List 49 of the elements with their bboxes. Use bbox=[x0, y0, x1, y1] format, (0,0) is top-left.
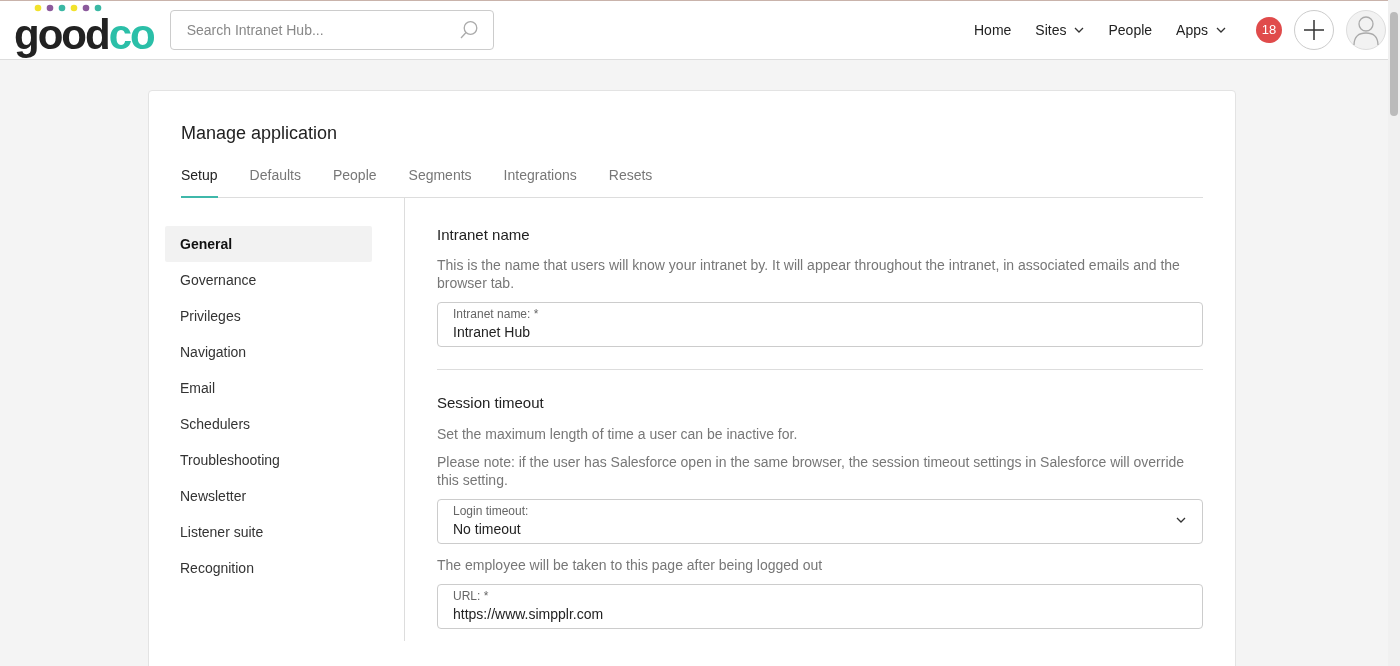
dropdown-field[interactable]: Login timeout: No timeout bbox=[437, 498, 1203, 544]
nav-link[interactable]: People bbox=[1108, 19, 1153, 41]
sidebar-item[interactable]: Privileges bbox=[165, 297, 372, 334]
add-button[interactable] bbox=[1294, 10, 1334, 50]
sidebar-item[interactable]: Listener suite bbox=[165, 513, 372, 550]
search-icon bbox=[458, 20, 479, 40]
tab[interactable]: Resets bbox=[608, 164, 653, 198]
chevron-down-icon bbox=[1216, 27, 1226, 33]
nav-link[interactable]: Home bbox=[974, 19, 1012, 41]
nav-link[interactable]: Sites bbox=[1035, 19, 1085, 41]
logo-text: good bbox=[14, 14, 109, 56]
tab[interactable]: Segments bbox=[408, 164, 472, 198]
tab[interactable]: Defaults bbox=[249, 164, 301, 198]
section-heading: Intranet name bbox=[437, 224, 531, 245]
logo-text-accent: co bbox=[108, 14, 154, 56]
search-field[interactable]: Search Intranet Hub... bbox=[169, 10, 494, 50]
notification-count[interactable]: 18 bbox=[1256, 17, 1282, 43]
tab[interactable]: Setup bbox=[181, 164, 218, 198]
section-heading: Session timeout bbox=[437, 393, 545, 414]
field-label: URL: * bbox=[453, 588, 490, 604]
avatar[interactable] bbox=[1346, 10, 1386, 50]
logo-dots-icon bbox=[34, 4, 104, 12]
description-text: Please note: if the user has Salesforce open in the same browser, the session timeout settings in Salesforce will override this setting. bbox=[437, 452, 1186, 489]
page-title: Manage application bbox=[181, 123, 339, 145]
sidebar-item[interactable]: Schedulers bbox=[165, 405, 372, 442]
sidebar-item[interactable]: Navigation bbox=[165, 333, 372, 370]
sidebar-item[interactable]: Email bbox=[165, 369, 372, 406]
description-text: This is the name that users will know your intranet by. It will appear throughout the intranet, in associated emails and the browser tab. bbox=[437, 256, 1181, 293]
plus-icon bbox=[1304, 20, 1324, 40]
input-field[interactable]: Intranet name: * Intranet Hub bbox=[437, 302, 1203, 348]
input-field[interactable]: URL: * https://www.simpplr.com bbox=[437, 583, 1203, 629]
sidebar-item[interactable]: Recognition bbox=[165, 549, 372, 586]
sidebar-item[interactable]: Governance bbox=[165, 261, 372, 298]
person-silhouette-icon bbox=[1352, 15, 1380, 45]
scrollbar-thumb[interactable] bbox=[1390, 12, 1398, 116]
chevron-down-icon bbox=[1176, 516, 1186, 523]
field-label: Login timeout: bbox=[453, 503, 530, 519]
tab[interactable]: People bbox=[332, 164, 377, 198]
description-text: The employee will be taken to this page after being logged out bbox=[437, 555, 824, 574]
chevron-down-icon bbox=[1074, 27, 1085, 33]
nav-link[interactable]: Apps bbox=[1176, 19, 1226, 41]
sidebar-item[interactable]: Newsletter bbox=[165, 477, 372, 514]
tab[interactable]: Integrations bbox=[503, 164, 577, 198]
description-text: Set the maximum length of time a user can be inactive for. bbox=[437, 424, 799, 443]
sidebar-item[interactable]: General bbox=[165, 225, 372, 262]
logo[interactable]: goodco bbox=[14, 4, 154, 56]
field-label: Intranet name: * bbox=[453, 307, 540, 323]
sidebar-item[interactable]: Troubleshooting bbox=[165, 441, 372, 478]
scrollbar[interactable] bbox=[1388, 0, 1400, 666]
